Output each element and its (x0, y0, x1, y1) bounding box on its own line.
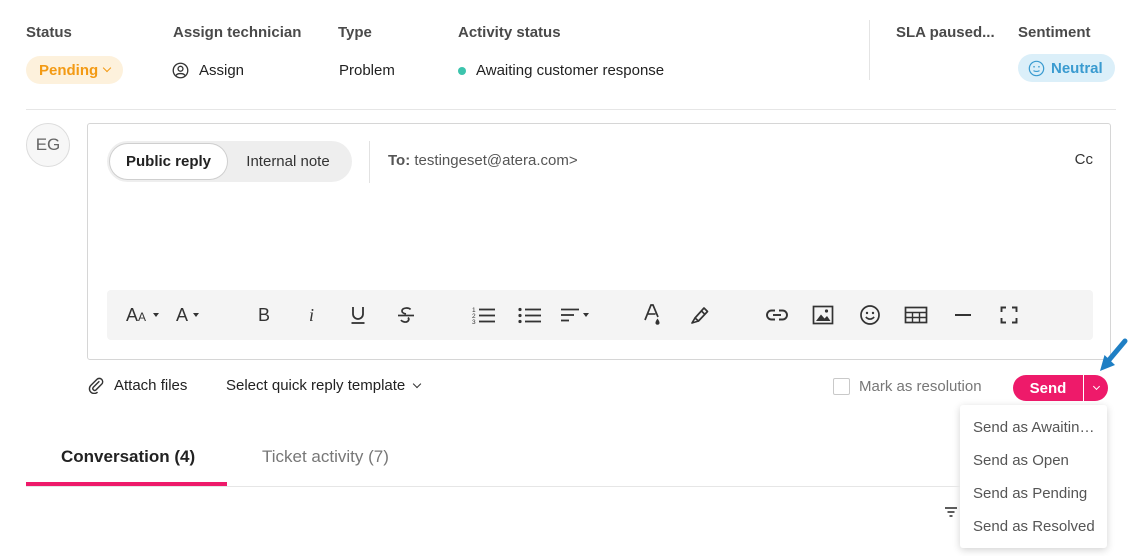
avatar: EG (26, 123, 70, 167)
internal-note-tab[interactable]: Internal note (227, 144, 349, 179)
header-separator (26, 109, 1116, 110)
cc-button[interactable]: Cc (1075, 151, 1093, 168)
quick-reply-template-dropdown[interactable]: Select quick reply template (226, 377, 422, 394)
menu-item-send-awaiting[interactable]: Send as Awaiting customer response (960, 411, 1107, 444)
type-label: Type (338, 24, 372, 41)
italic-icon[interactable]: i (307, 302, 319, 328)
link-icon[interactable] (765, 302, 789, 328)
sentiment-label: Sentiment (1018, 24, 1091, 41)
reply-composer[interactable]: Public reply Internal note To: testinges… (87, 123, 1111, 360)
recipient-field[interactable]: To: testingeset@atera.com> (388, 152, 578, 169)
chevron-down-icon (102, 63, 112, 73)
svg-text:3: 3 (472, 319, 476, 325)
text-color-drop-icon[interactable] (643, 302, 663, 328)
sentiment-value: Neutral (1051, 59, 1103, 77)
reply-mode-toggle: Public reply Internal note (107, 141, 352, 182)
menu-item-send-open[interactable]: Send as Open (960, 444, 1107, 477)
svg-text:A: A (126, 305, 138, 325)
to-divider (369, 141, 370, 183)
strikethrough-icon[interactable] (396, 302, 416, 328)
svg-text:A: A (138, 310, 146, 324)
tab-ticket-activity[interactable]: Ticket activity (7) (262, 447, 389, 467)
template-label: Select quick reply template (226, 377, 406, 394)
status-value: Pending (39, 61, 99, 79)
font-size-icon[interactable]: A A (126, 302, 159, 328)
activity-status-dropdown[interactable]: Awaiting customer response (458, 62, 664, 79)
sla-label: SLA paused... (896, 24, 995, 41)
assign-technician-button[interactable]: Assign (172, 62, 244, 79)
paperclip-icon (88, 377, 104, 394)
status-dropdown[interactable]: Pending (26, 56, 124, 84)
status-label: Status (26, 24, 72, 41)
align-icon[interactable] (560, 302, 589, 328)
table-icon[interactable] (904, 302, 928, 328)
menu-item-send-resolved[interactable]: Send as Resolved (960, 510, 1107, 543)
send-options-menu: Send as Awaiting customer response Send … (960, 405, 1107, 548)
activity-status-value: Awaiting customer response (476, 62, 665, 79)
attach-files-label: Attach files (114, 377, 188, 394)
attach-files-button[interactable]: Attach files (88, 377, 187, 394)
image-icon[interactable] (812, 302, 834, 328)
public-reply-tab[interactable]: Public reply (110, 144, 227, 179)
send-options-button[interactable] (1084, 375, 1108, 401)
to-label: To: (388, 152, 411, 169)
tab-conversation[interactable]: Conversation (4) (61, 447, 195, 467)
status-dot-icon (458, 66, 466, 75)
tabs-separator (26, 486, 960, 487)
pointer-arrow-icon (1100, 338, 1128, 371)
bold-icon[interactable]: B (257, 302, 273, 328)
chevron-down-icon (1092, 382, 1100, 391)
ordered-list-icon[interactable]: 1 2 3 (472, 302, 496, 328)
user-circle-icon (172, 62, 189, 79)
filter-icon[interactable] (944, 506, 958, 518)
underline-icon[interactable] (349, 302, 367, 328)
type-value: Problem (339, 62, 395, 79)
fullscreen-icon[interactable] (1000, 302, 1018, 328)
emoji-icon[interactable] (859, 302, 881, 328)
bullet-list-icon[interactable] (518, 302, 542, 328)
chevron-down-icon (413, 379, 422, 388)
neutral-face-icon (1028, 60, 1045, 76)
sentiment-badge[interactable]: Neutral (1018, 54, 1115, 82)
mark-as-resolution-checkbox[interactable] (833, 378, 850, 395)
to-value: testingeset@atera.com> (414, 152, 578, 169)
activity-status-label: Activity status (458, 24, 561, 41)
svg-text:A: A (176, 305, 188, 325)
font-color-icon[interactable]: A (176, 302, 199, 328)
type-dropdown[interactable]: Problem (339, 62, 395, 79)
send-button[interactable]: Send (1013, 375, 1083, 401)
mark-as-resolution-label[interactable]: Mark as resolution (859, 378, 982, 395)
highlight-icon[interactable] (689, 302, 711, 328)
header-divider (869, 20, 870, 80)
svg-text:i: i (309, 305, 314, 325)
formatting-toolbar: A A A B i 1 2 3 (107, 290, 1093, 340)
assign-value: Assign (199, 62, 245, 79)
svg-text:B: B (258, 305, 270, 325)
menu-item-send-pending[interactable]: Send as Pending (960, 477, 1107, 510)
horizontal-rule-icon[interactable] (954, 302, 972, 328)
technician-label: Assign technician (173, 24, 302, 41)
